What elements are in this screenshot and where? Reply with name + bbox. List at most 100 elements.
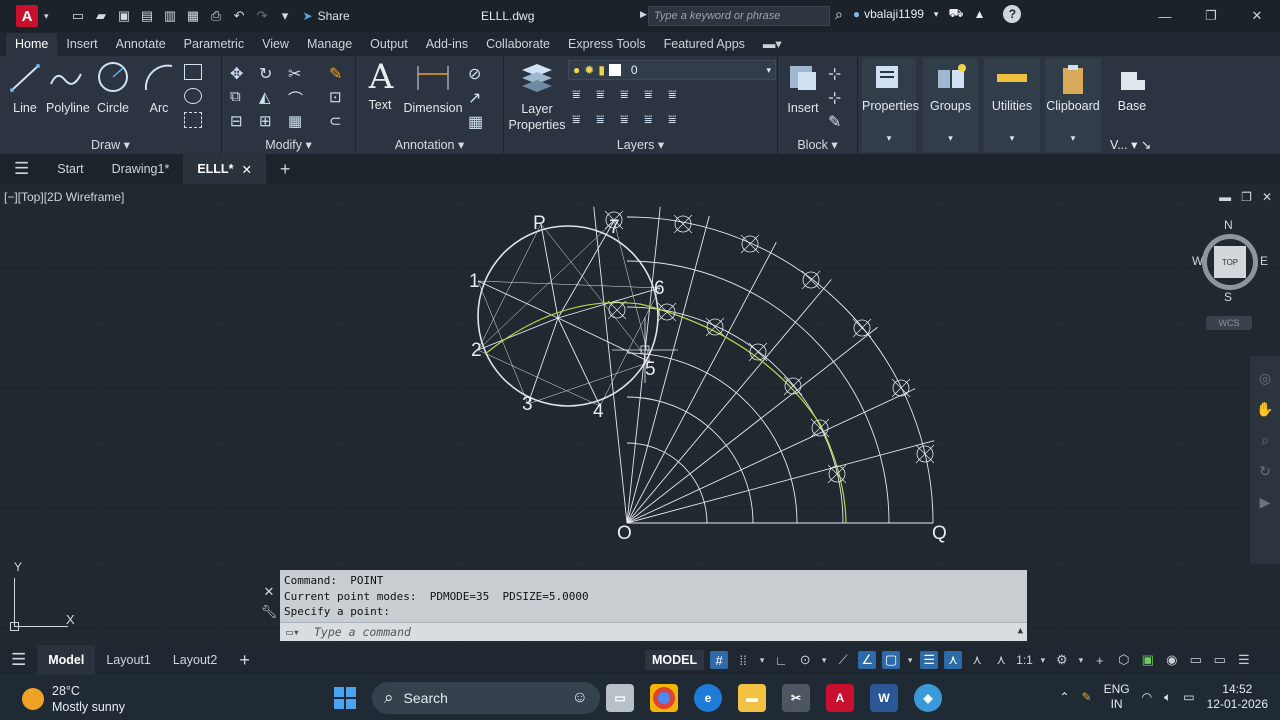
clean-screen-icon[interactable]: ▭: [1211, 651, 1229, 669]
command-customize-icon[interactable]: 🔧︎: [261, 604, 278, 620]
file-explorer-icon[interactable]: ▬: [738, 684, 766, 712]
viewport-restore-icon[interactable]: ❐: [1241, 190, 1252, 204]
tab-featured-apps[interactable]: Featured Apps: [655, 33, 754, 56]
ribbon-options-icon[interactable]: ▬▾: [754, 32, 791, 56]
trim-icon[interactable]: ✂: [288, 64, 306, 83]
pan-hand-icon[interactable]: ✋: [1256, 401, 1273, 418]
command-close-icon[interactable]: ✕: [264, 584, 275, 600]
windows-start-icon[interactable]: [334, 687, 356, 709]
edit-block-icon[interactable]: ⊹: [828, 88, 846, 107]
block-attributes-icon[interactable]: ✎: [828, 112, 846, 131]
file-tab-drawing1[interactable]: Drawing1*: [98, 154, 184, 184]
tab-layout1[interactable]: Layout1: [95, 645, 161, 675]
print-icon[interactable]: ⎙: [207, 7, 226, 25]
autocad-logo-icon[interactable]: A: [16, 5, 38, 27]
weather-widget[interactable]: 28°C Mostly sunny: [22, 683, 125, 715]
word-icon[interactable]: W: [870, 684, 898, 712]
viewcube[interactable]: N W E S TOP WCS: [1190, 218, 1270, 338]
annotation-panel-title[interactable]: Annotation ▾: [356, 137, 503, 152]
command-input[interactable]: ▭▾ Type a command ▲: [280, 622, 1027, 641]
search-icon[interactable]: ⌕: [835, 6, 843, 23]
tab-express-tools[interactable]: Express Tools: [559, 33, 655, 56]
steering-wheel-icon[interactable]: ◎: [1259, 370, 1271, 387]
layer-tool-icon[interactable]: ⩸: [596, 86, 620, 103]
tab-add-ins[interactable]: Add-ins: [417, 33, 477, 56]
help-icon[interactable]: ?: [1003, 5, 1022, 23]
rotate-icon[interactable]: ↻: [259, 64, 277, 83]
volume-icon[interactable]: 🔈︎: [1164, 690, 1171, 705]
offset-icon[interactable]: ⊂: [329, 112, 347, 130]
clipboard-button[interactable]: Clipboard ▾: [1045, 58, 1101, 152]
dimension-button[interactable]: Dimension: [402, 60, 464, 115]
viewcube-east[interactable]: E: [1260, 254, 1268, 268]
layer-dropdown[interactable]: ● ✹ ▮ 0 ▾: [568, 60, 776, 80]
tab-view[interactable]: View: [253, 33, 298, 56]
tab-collaborate[interactable]: Collaborate: [477, 33, 559, 56]
create-block-icon[interactable]: ⊹: [828, 64, 846, 83]
polyline-button[interactable]: Polyline: [46, 60, 90, 115]
command-history-toggle-icon[interactable]: ▲: [1018, 626, 1023, 636]
snap-mode-icon[interactable]: ⁞⁞: [734, 651, 752, 669]
ortho-icon[interactable]: ∟: [772, 651, 790, 669]
redo-icon[interactable]: ↷: [253, 7, 272, 25]
modify-panel-title[interactable]: Modify ▾: [222, 137, 355, 152]
insert-block-button[interactable]: Insert: [782, 60, 824, 115]
zoom-extents-icon[interactable]: ⌕: [1261, 432, 1269, 449]
connect-icon[interactable]: ▲: [974, 7, 986, 21]
snipping-tool-icon[interactable]: ✂: [782, 684, 810, 712]
layout-menu-icon[interactable]: ☰: [0, 645, 37, 675]
annotation-monitor-icon[interactable]: +: [1091, 651, 1109, 669]
edge-icon[interactable]: e: [694, 684, 722, 712]
stretch-icon[interactable]: ⊟: [230, 112, 248, 130]
isometric-icon[interactable]: ⟋: [834, 651, 852, 669]
username[interactable]: vbalaji1199: [864, 7, 924, 21]
viewcube-top-face[interactable]: TOP: [1214, 246, 1246, 278]
layer-tool-icon[interactable]: ⩸: [644, 86, 668, 103]
viewport-minimize-icon[interactable]: ▬: [1219, 190, 1231, 204]
save-as-icon[interactable]: ▤: [138, 7, 157, 25]
qat-dropdown-icon[interactable]: ▾: [276, 7, 295, 25]
tab-manage[interactable]: Manage: [298, 33, 361, 56]
workspace-gear-icon[interactable]: ⚙: [1053, 651, 1071, 669]
viewcube-north[interactable]: N: [1224, 218, 1233, 232]
wifi-icon[interactable]: ◠: [1142, 690, 1152, 704]
annotation-scale-icon[interactable]: ⋏: [992, 651, 1010, 669]
undo-icon[interactable]: ↶: [230, 7, 249, 25]
search-input[interactable]: Type a keyword or phrase: [648, 6, 830, 26]
taskbar-search[interactable]: ⌕ Search ☺: [372, 682, 600, 714]
customization-menu-icon[interactable]: ☰: [1235, 651, 1253, 669]
text-button[interactable]: A Text: [362, 60, 398, 112]
layer-tool-icon[interactable]: ⩸: [668, 86, 692, 103]
add-layout-icon[interactable]: +: [228, 645, 261, 675]
utilities-button[interactable]: Utilities ▾: [984, 58, 1040, 152]
osnap-dropdown-icon[interactable]: ▾: [906, 651, 914, 669]
share-button[interactable]: ➤ Share: [303, 9, 350, 23]
viewcube-south[interactable]: S: [1224, 290, 1232, 304]
command-recent-icon[interactable]: ▭▾: [286, 625, 300, 639]
tab-model[interactable]: Model: [37, 645, 96, 675]
layer-tool-icon[interactable]: ⩸: [572, 86, 596, 103]
drawing-viewport[interactable]: [−][Top][2D Wireframe] ▬ ❐ ✕ P O Q 1 2 3…: [0, 184, 1280, 645]
properties-button[interactable]: Properties ▾: [862, 58, 919, 152]
layer-tool-icon[interactable]: ⩸: [620, 86, 644, 103]
input-language[interactable]: ENG IN: [1104, 682, 1130, 712]
layers-panel-title[interactable]: Layers ▾: [504, 137, 777, 152]
polar-tracking-icon[interactable]: ⊙: [796, 651, 814, 669]
layer-tool-icon[interactable]: ⩸: [644, 111, 668, 128]
chrome-icon[interactable]: [650, 684, 678, 712]
annotation-scale-value[interactable]: 1:1: [1016, 653, 1033, 667]
base-button[interactable]: Base V... ▾ ↘: [1106, 56, 1158, 154]
draw-panel-title[interactable]: Draw ▾: [0, 137, 221, 152]
quick-properties-icon[interactable]: ▣: [1139, 651, 1157, 669]
close-tab-icon[interactable]: ✕: [241, 162, 251, 177]
save-icon[interactable]: ▣: [115, 7, 134, 25]
tab-layout2[interactable]: Layout2: [162, 645, 228, 675]
orbit-icon[interactable]: ↻: [1259, 463, 1271, 480]
language-bar-icon[interactable]: ✎: [1082, 690, 1092, 704]
auto-scale-icon[interactable]: ⋏: [968, 651, 986, 669]
line-button[interactable]: Line: [6, 60, 44, 115]
tab-annotate[interactable]: Annotate: [107, 33, 175, 56]
scale-dropdown-icon[interactable]: ▾: [1039, 651, 1047, 669]
fillet-icon[interactable]: ⌒: [288, 88, 306, 108]
open-web-icon[interactable]: ▥: [161, 7, 180, 25]
